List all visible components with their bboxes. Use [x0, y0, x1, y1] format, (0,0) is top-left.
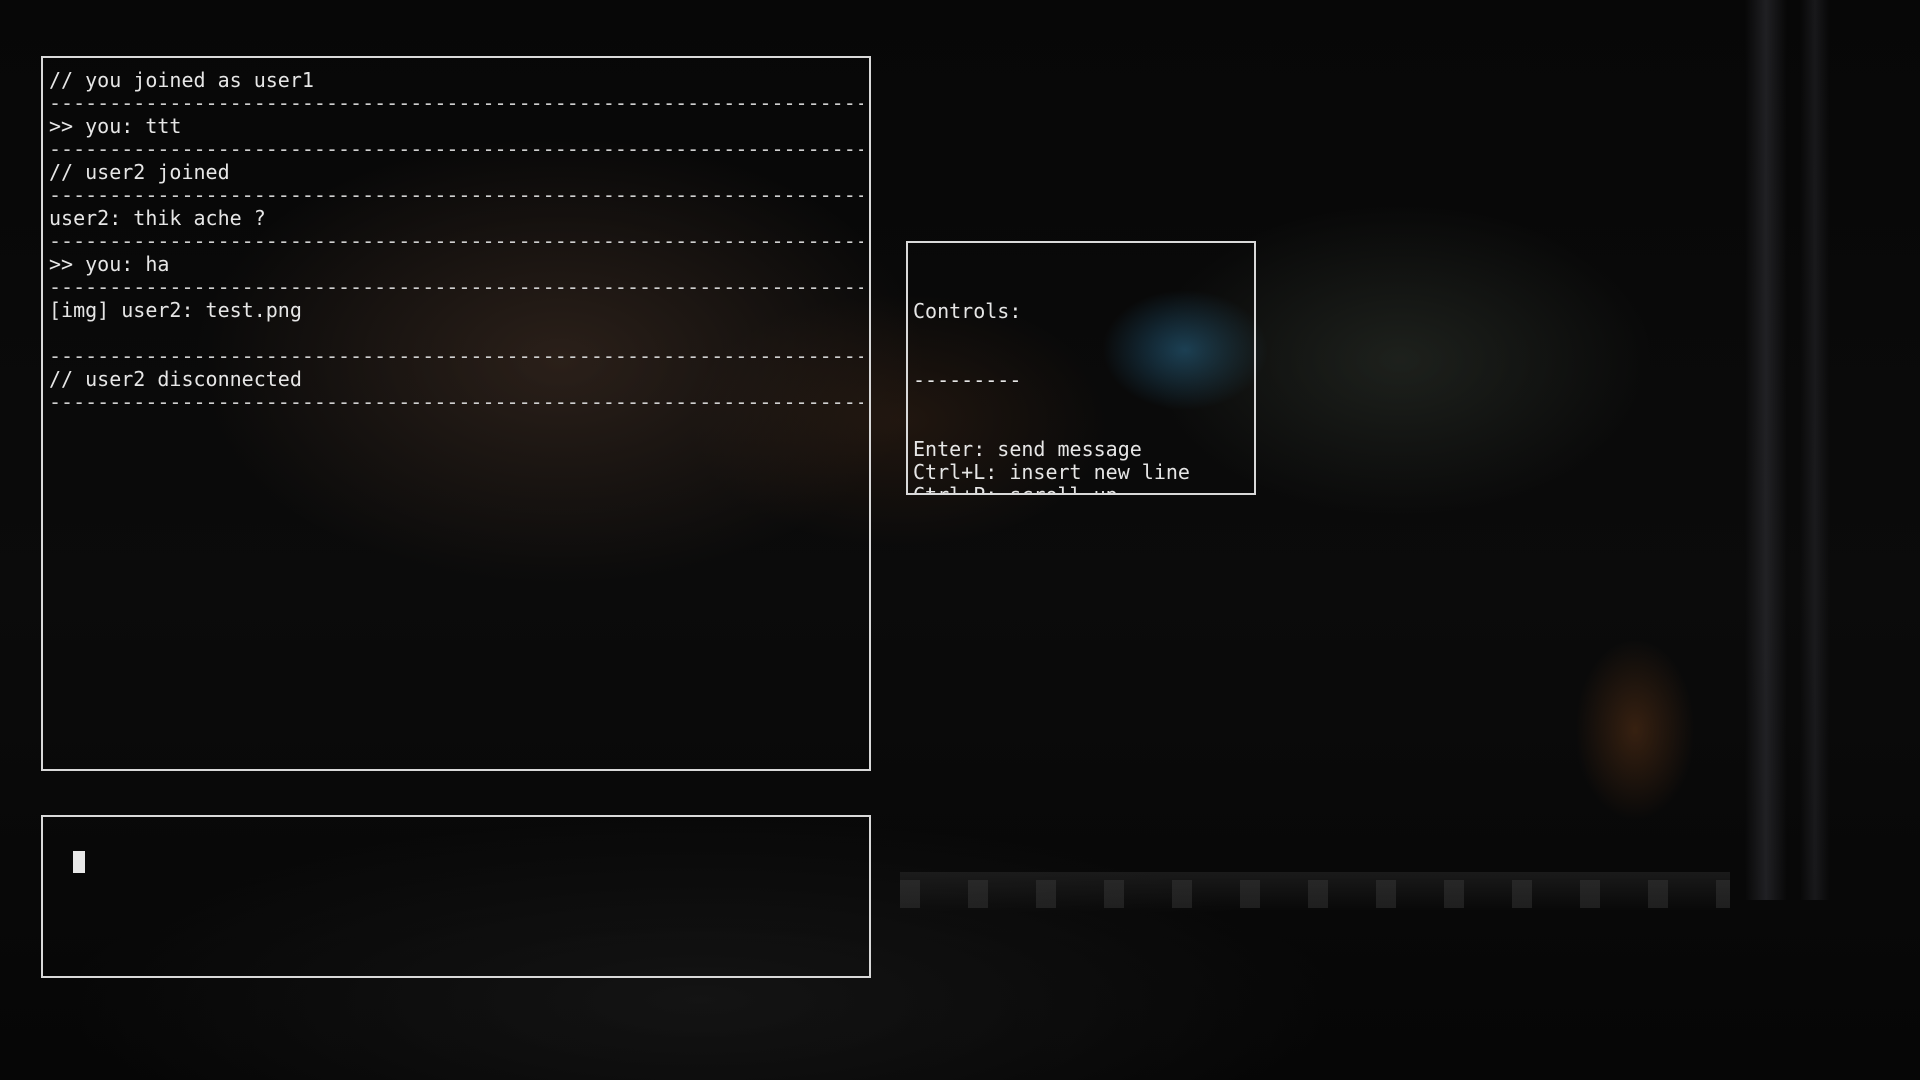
chat-divider: ----------------------------------------… [49, 345, 863, 368]
chat-divider: ----------------------------------------… [49, 276, 863, 299]
chat-message: // user2 disconnected [49, 367, 302, 391]
chat-message: >> you: ttt [49, 114, 182, 138]
controls-item: Ctrl+P: scroll up [913, 483, 1118, 495]
chat-divider: ----------------------------------------… [49, 92, 863, 115]
background-pillar [1800, 0, 1830, 900]
controls-item: Enter: send message [913, 437, 1142, 461]
chat-message: >> you: ha [49, 252, 170, 276]
chat-log-panel[interactable]: // you joined as user1 ------------------… [41, 56, 871, 771]
controls-title: Controls: [913, 299, 1022, 323]
chat-divider: ----------------------------------------… [49, 138, 863, 161]
background-spikes [900, 880, 1730, 908]
controls-list: Enter: send message Ctrl+L: insert new li… [913, 437, 1254, 495]
chat-message: // user2 joined [49, 160, 230, 184]
chat-divider: ----------------------------------------… [49, 230, 863, 253]
background-pillar [1745, 0, 1787, 900]
chat-message: [img] user2: test.png [49, 298, 302, 322]
text-cursor [73, 851, 86, 873]
chat-message: // you joined as user1 [49, 68, 314, 92]
controls-underline: --------- [913, 368, 1022, 392]
controls-help-panel: Controls: --------- Enter: send message C… [906, 241, 1256, 495]
chat-message: user2: thik ache ? [49, 206, 266, 230]
controls-item: Ctrl+L: insert new line [913, 460, 1190, 484]
chat-blank-line [49, 322, 863, 345]
chat-divider: ----------------------------------------… [49, 184, 863, 207]
message-input-box[interactable] [41, 815, 871, 978]
chat-divider: ----------------------------------------… [49, 391, 863, 414]
